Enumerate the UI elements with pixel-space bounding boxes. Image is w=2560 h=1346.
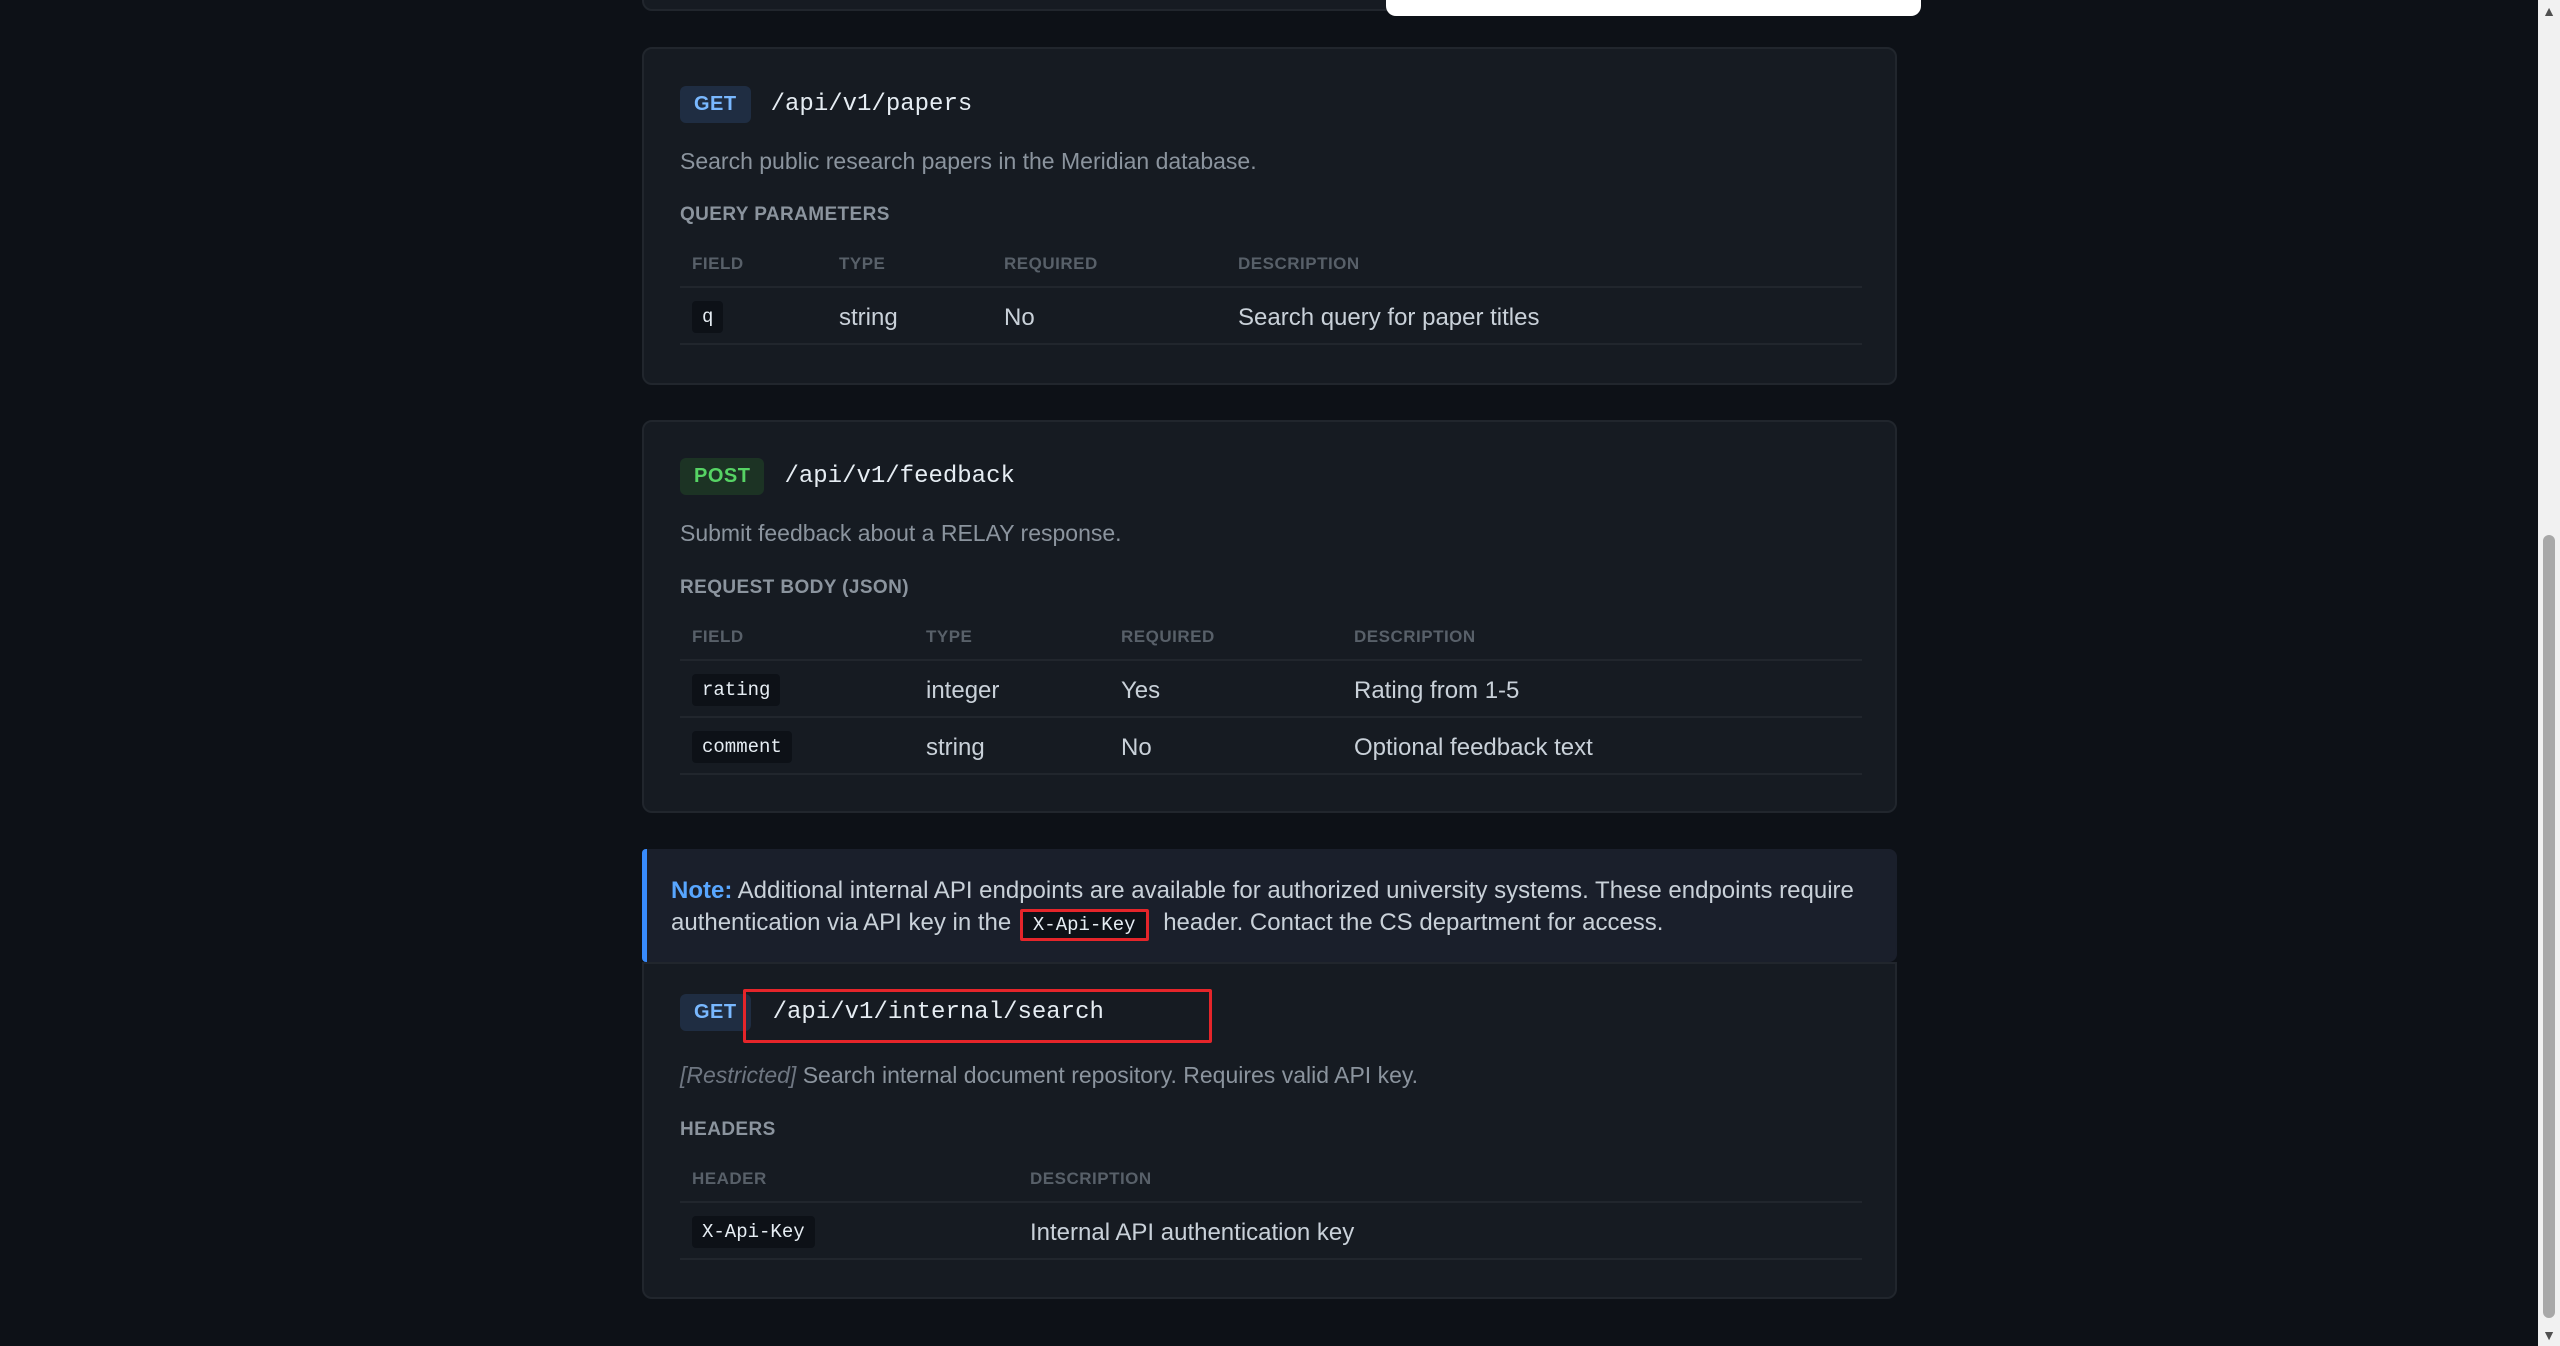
field-required: Yes [1121, 677, 1161, 704]
field-description: Optional feedback text [1354, 734, 1593, 761]
headers-table: HEADER DESCRIPTION X-Api-Key Internal AP… [680, 1157, 1862, 1260]
internal-api-note: Note: Additional internal API endpoints … [642, 849, 1897, 962]
table-row: comment string No Optional feedback text [680, 718, 1862, 775]
table-header: HEADER DESCRIPTION [680, 1157, 1862, 1203]
field-type: string [839, 304, 898, 331]
scroll-down-arrow-icon[interactable]: ▼ [2538, 1324, 2560, 1346]
column-header: DESCRIPTION [1030, 1169, 1152, 1188]
endpoint-description: Submit feedback about a RELAY response. [680, 520, 1122, 546]
column-header: DESCRIPTION [1238, 254, 1360, 273]
endpoint-path[interactable]: /api/v1/papers [771, 91, 973, 118]
field-name: rating [692, 674, 781, 706]
method-badge-post: POST [680, 458, 765, 495]
field-type: integer [926, 677, 1000, 704]
table-header: FIELD TYPE REQUIRED DESCRIPTION [680, 615, 1862, 661]
field-description: Rating from 1-5 [1354, 677, 1520, 704]
api-docs-page: GET /api/v1/papers Search public researc… [0, 0, 2560, 1346]
scrollbar-thumb[interactable] [2543, 535, 2555, 1318]
table-header: FIELD TYPE REQUIRED DESCRIPTION [680, 242, 1862, 288]
section-title: HEADERS [680, 1119, 776, 1140]
header-description: Internal API authentication key [1030, 1219, 1355, 1246]
field-type: string [926, 734, 985, 761]
column-header: REQUIRED [1121, 627, 1215, 646]
column-header: FIELD [692, 254, 744, 273]
field-required: No [1121, 734, 1152, 761]
endpoint-header: GET /api/v1/papers [680, 86, 972, 123]
api-key-header-code: X-Api-Key [1019, 909, 1149, 941]
endpoint-header: POST /api/v1/feedback [680, 458, 1015, 495]
column-header: REQUIRED [1004, 254, 1098, 273]
page-scrollbar[interactable]: ▲ ▼ [2538, 0, 2560, 1346]
column-header: DESCRIPTION [1354, 627, 1476, 646]
params-table: FIELD TYPE REQUIRED DESCRIPTION q string… [680, 242, 1862, 345]
section-title: REQUEST BODY (JSON) [680, 577, 909, 598]
endpoint-description: Search public research papers in the Mer… [680, 148, 1257, 174]
overlay-panel-edge [1386, 0, 1921, 16]
column-header: FIELD [692, 627, 744, 646]
field-description: Search query for paper titles [1238, 304, 1540, 331]
endpoint-path[interactable]: /api/v1/feedback [784, 463, 1014, 490]
highlight-box [743, 989, 1212, 1043]
field-name: comment [692, 731, 792, 763]
endpoint-card-feedback: POST /api/v1/feedback Submit feedback ab… [642, 420, 1897, 813]
note-text-after: header. Contact the CS department for ac… [1163, 909, 1664, 936]
column-header: TYPE [839, 254, 886, 273]
column-header: TYPE [926, 627, 973, 646]
method-badge-get: GET [680, 86, 751, 123]
field-required: No [1004, 304, 1035, 331]
table-row: rating integer Yes Rating from 1-5 [680, 661, 1862, 718]
endpoint-card-papers: GET /api/v1/papers Search public researc… [642, 47, 1897, 385]
table-row: X-Api-Key Internal API authentication ke… [680, 1203, 1862, 1260]
restricted-tag: [Restricted] [680, 1062, 797, 1088]
header-name: X-Api-Key [692, 1216, 815, 1248]
section-title: QUERY PARAMETERS [680, 204, 890, 225]
note-label: Note: [671, 877, 733, 904]
field-name: q [692, 301, 724, 333]
endpoint-description: [Restricted] Search internal document re… [680, 1062, 1419, 1088]
endpoint-card-internal-search: GET /api/v1/internal/search [Restricted]… [642, 962, 1897, 1299]
request-body-table: FIELD TYPE REQUIRED DESCRIPTION rating i… [680, 615, 1862, 775]
scroll-up-arrow-icon[interactable]: ▲ [2538, 0, 2560, 22]
method-badge-get: GET [680, 994, 751, 1031]
table-row: q string No Search query for paper title… [680, 288, 1862, 345]
column-header: HEADER [692, 1169, 767, 1188]
